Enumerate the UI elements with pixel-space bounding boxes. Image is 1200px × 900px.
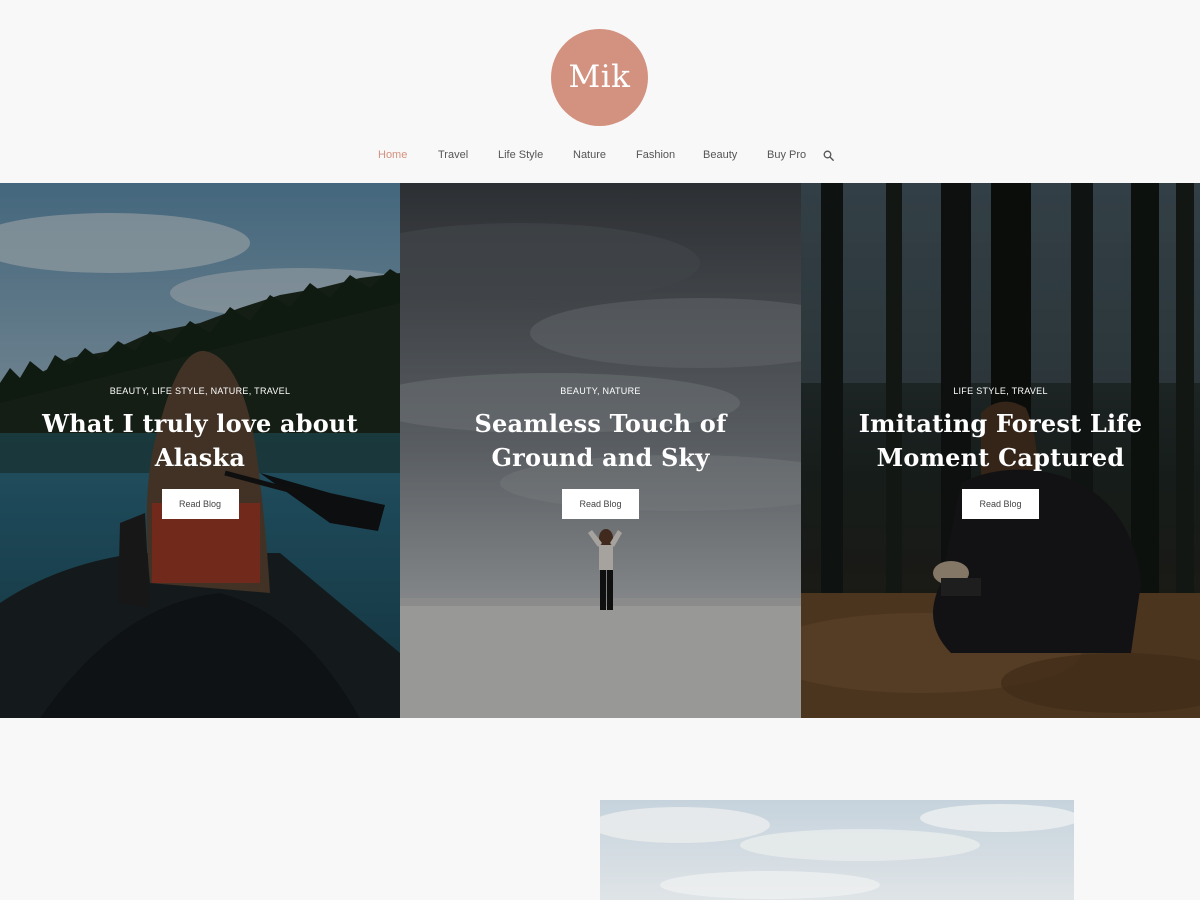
slide-ground-sky[interactable]: BEAUTY, NATURE Seamless Touch of Ground … <box>400 183 801 718</box>
slide-content: BEAUTY, NATURE Seamless Touch of Ground … <box>400 385 801 519</box>
slide-alaska[interactable]: BEAUTY, LIFE STYLE, NATURE, TRAVEL What … <box>0 183 400 718</box>
read-blog-button[interactable]: Read Blog <box>161 489 239 519</box>
read-blog-button[interactable]: Read Blog <box>562 489 639 519</box>
slide-categories[interactable]: LIFE STYLE, TRAVEL <box>801 385 1200 399</box>
logo-text: Mik <box>568 58 631 95</box>
slide-title[interactable]: What I truly love about Alaska <box>30 407 370 475</box>
nav-item-fashion[interactable]: Fashion <box>636 146 675 164</box>
slide-categories[interactable]: BEAUTY, LIFE STYLE, NATURE, TRAVEL <box>0 385 400 399</box>
nav-item-buy-pro[interactable]: Buy Pro <box>767 146 806 164</box>
content-area <box>0 718 1200 900</box>
slide-content: BEAUTY, LIFE STYLE, NATURE, TRAVEL What … <box>0 385 400 519</box>
slide-title[interactable]: Seamless Touch of Ground and Sky <box>431 407 771 475</box>
read-blog-button[interactable]: Read Blog <box>962 489 1039 519</box>
featured-image-sky <box>600 800 1074 900</box>
nav-item-home[interactable]: Home <box>378 146 407 164</box>
slide-forest[interactable]: LIFE STYLE, TRAVEL Imitating Forest Life… <box>801 183 1200 718</box>
slide-title[interactable]: Imitating Forest Life Moment Captured <box>831 407 1171 475</box>
featured-post-image[interactable] <box>600 800 1074 900</box>
search-icon[interactable] <box>823 150 834 161</box>
slide-content: LIFE STYLE, TRAVEL Imitating Forest Life… <box>801 385 1200 519</box>
nav-item-beauty[interactable]: Beauty <box>703 146 737 164</box>
nav-item-travel[interactable]: Travel <box>438 146 468 164</box>
hero-slider: BEAUTY, LIFE STYLE, NATURE, TRAVEL What … <box>0 183 1200 718</box>
slide-categories[interactable]: BEAUTY, NATURE <box>400 385 801 399</box>
site-logo[interactable]: Mik <box>551 29 648 126</box>
nav-item-life-style[interactable]: Life Style <box>498 146 543 164</box>
nav-item-nature[interactable]: Nature <box>573 146 606 164</box>
site-header: Mik Home Travel Life Style Nature Fashio… <box>0 0 1200 183</box>
main-nav: Home Travel Life Style Nature Fashion Be… <box>0 146 1200 164</box>
